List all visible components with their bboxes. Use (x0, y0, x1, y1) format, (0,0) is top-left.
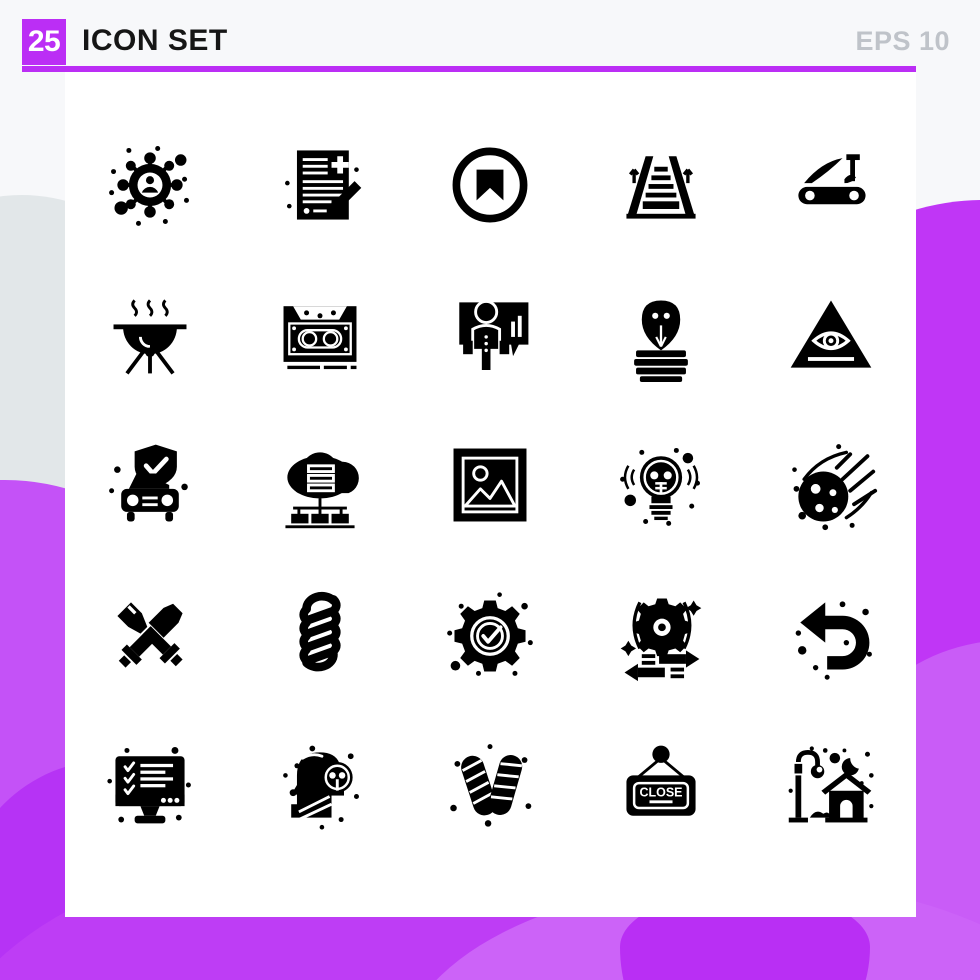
gear-transfer-icon[interactable] (586, 560, 736, 710)
meteor-icon[interactable] (756, 410, 906, 560)
close-sign-icon[interactable]: CLOSE (586, 710, 736, 860)
baguette-bread-icon[interactable] (415, 710, 565, 860)
cassette-tape-icon[interactable] (245, 260, 395, 410)
head-idea-icon[interactable] (245, 710, 395, 860)
idea-bulb-icon[interactable] (586, 410, 736, 560)
presentation-person-icon[interactable] (415, 260, 565, 410)
cloud-network-icon[interactable] (245, 410, 395, 560)
prescription-document-icon[interactable] (245, 110, 395, 260)
image-frame-icon[interactable] (415, 410, 565, 560)
icon-card: CLOSE (65, 72, 916, 917)
gear-check-icon[interactable] (415, 560, 565, 710)
user-network-icon[interactable] (75, 110, 225, 260)
close-sign-text: CLOSE (639, 786, 682, 800)
bookmark-circle-icon[interactable] (415, 110, 565, 260)
escalator-icon[interactable] (586, 110, 736, 260)
pyramid-eye-icon[interactable] (756, 260, 906, 410)
poster-canvas: 25 ICON SET EPS 10 CLOSE (0, 0, 980, 980)
header-divider (22, 66, 916, 72)
undo-arrow-icon[interactable] (756, 560, 906, 710)
poster-header: 25 ICON SET EPS 10 (0, 0, 980, 72)
icon-grid: CLOSE (65, 110, 916, 860)
icon-count-badge: 25 (22, 19, 66, 65)
bbq-grill-icon[interactable] (75, 260, 225, 410)
snake-charmer-icon[interactable] (586, 260, 736, 410)
swiss-army-knife-icon[interactable] (756, 110, 906, 260)
crossed-tools-icon[interactable] (75, 560, 225, 710)
eps-version-label: EPS 10 (855, 26, 950, 56)
car-insurance-icon[interactable] (75, 410, 225, 560)
night-house-icon[interactable] (756, 710, 906, 860)
spring-coil-icon[interactable] (245, 560, 395, 710)
monitor-checklist-icon[interactable] (75, 710, 225, 860)
page-title: ICON SET (82, 24, 228, 57)
